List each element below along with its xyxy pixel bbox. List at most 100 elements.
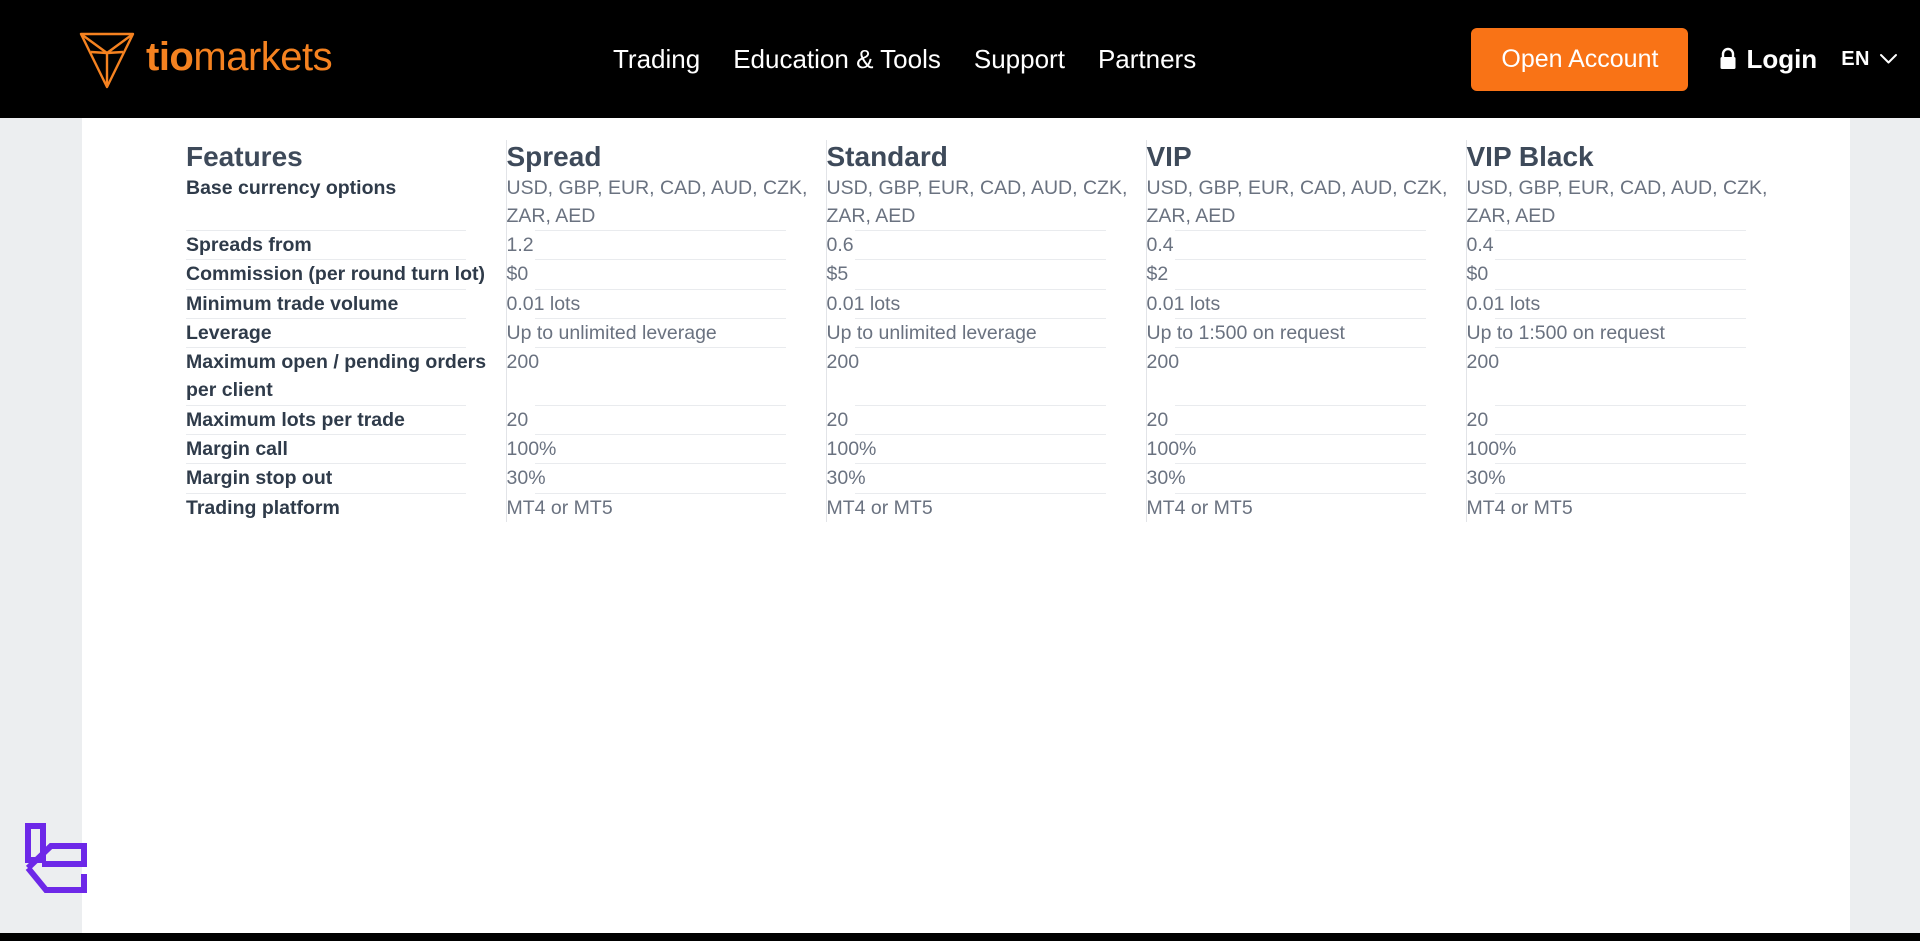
row-value-cell: Up to unlimited leverage (825, 318, 1146, 348)
row-label-cell: Trading platform (186, 494, 506, 522)
table-row: Trading platform MT4 or MT5 MT4 or MT5 MT4 … (186, 493, 1786, 522)
row-value: 30% (1466, 467, 1506, 490)
language-selector[interactable]: EN (1841, 48, 1898, 71)
row-value: 100% (1146, 437, 1197, 460)
row-value: USD, GBP, EUR, CAD, AUD, CZK, ZAR, AED (1466, 176, 1768, 227)
table-row: Spreads from 1.2 0.6 0.4 0.4 (186, 231, 1786, 260)
row-value-cell: 0.6 (825, 231, 1146, 260)
row-value: MT4 or MT5 (826, 496, 933, 519)
content-card: Features Spread Standard VIP VIP Black B… (82, 118, 1850, 933)
table-row: Maximum open / pending orders per client… (186, 348, 1786, 405)
row-value-cell: USD, GBP, EUR, CAD, AUD, CZK, ZAR, AED (505, 173, 826, 231)
row-value-cell: MT4 or MT5 (825, 493, 1146, 522)
row-value-cell: 0.01 lots (825, 289, 1146, 318)
row-value-cell: Up to unlimited leverage (505, 318, 826, 348)
nav-item-education[interactable]: Education & Tools (733, 46, 941, 72)
row-value: USD, GBP, EUR, CAD, AUD, CZK, ZAR, AED (506, 176, 808, 227)
row-value-cell: 200 (505, 348, 826, 405)
row-value-cell: 0.01 lots (1465, 289, 1786, 318)
row-value-cell: 30% (825, 464, 1146, 493)
language-label: EN (1841, 47, 1870, 70)
row-value: MT4 or MT5 (1146, 496, 1253, 519)
row-value-cell: 0.4 (1465, 231, 1786, 260)
row-value-cell: MT4 or MT5 (505, 493, 826, 522)
row-value-cell: Up to 1:500 on request (1465, 318, 1786, 348)
row-value-cell: 20 (505, 405, 826, 434)
row-value: 0.01 lots (826, 292, 901, 315)
table-row: Commission (per round turn lot) $0 $5 $2 $0 (186, 260, 1786, 289)
row-label: Minimum trade volume (186, 292, 399, 315)
row-value: 200 (1146, 351, 1180, 374)
logo-word-bold: tio (146, 35, 194, 79)
tiomarkets-triangle-logo-icon (79, 32, 135, 89)
login-label: Login (1746, 43, 1818, 74)
row-label: Leverage (186, 321, 272, 344)
row-label: Margin call (186, 437, 288, 460)
header-actions: Open Account Login EN (1471, 0, 1920, 118)
row-value: 20 (1146, 408, 1169, 431)
row-value: 20 (826, 408, 849, 431)
purple-e-logo-icon (25, 823, 87, 893)
column-header-vip-black-label: VIP Black (1466, 141, 1594, 172)
row-value: 30% (1146, 467, 1186, 490)
row-value: 0.4 (1466, 234, 1494, 257)
row-value: 100% (826, 437, 877, 460)
row-value-cell: 200 (1145, 348, 1466, 405)
row-value-cell: $0 (1465, 260, 1786, 289)
purple-e-logo-watermark (18, 822, 96, 912)
login-link[interactable]: Login (1718, 44, 1817, 75)
row-value: Up to unlimited leverage (826, 321, 1037, 344)
row-label: Maximum lots per trade (186, 408, 405, 431)
row-value: 1.2 (506, 234, 534, 257)
chevron-down-icon (1880, 54, 1897, 64)
row-value: 200 (506, 351, 540, 374)
row-value: USD, GBP, EUR, CAD, AUD, CZK, ZAR, AED (1146, 176, 1448, 227)
row-value-cell: 20 (1465, 405, 1786, 434)
row-label: Margin stop out (186, 467, 333, 490)
row-value-cell: USD, GBP, EUR, CAD, AUD, CZK, ZAR, AED (1465, 173, 1786, 231)
account-comparison-table: Features Spread Standard VIP VIP Black B… (186, 140, 1786, 522)
row-value: 30% (826, 467, 866, 490)
column-header-spread-label: Spread (506, 141, 602, 172)
row-value: 100% (506, 437, 557, 460)
main-navigation: Trading Education & Tools Support Partne… (613, 0, 1196, 118)
row-value: MT4 or MT5 (1466, 496, 1573, 519)
column-header-vip-label: VIP (1146, 141, 1192, 172)
bottom-black-strip (0, 933, 1920, 941)
row-value: $5 (826, 263, 849, 286)
row-label-cell: Maximum lots per trade (186, 406, 506, 434)
row-value: 0.01 lots (506, 292, 581, 315)
row-value: Up to unlimited leverage (506, 321, 717, 344)
row-value-cell: Up to 1:500 on request (1145, 318, 1466, 348)
page-root: tiomarkets Trading Education & Tools Sup… (0, 0, 1920, 941)
row-label: Base currency options (186, 176, 397, 199)
column-header-standard-label: Standard (826, 141, 948, 172)
row-value-cell: 30% (1145, 464, 1466, 493)
table-header-row: Features Spread Standard VIP VIP Black (186, 140, 1786, 174)
logo-wordmark: tiomarkets (146, 35, 333, 81)
row-label-cell: Maximum open / pending orders per client (186, 348, 506, 405)
row-label: Trading platform (186, 496, 340, 519)
row-value-cell: 200 (825, 348, 1146, 405)
nav-item-support[interactable]: Support (974, 46, 1065, 72)
table-body: Base currency options USD, GBP, EUR, CAD,… (186, 173, 1786, 522)
site-logo[interactable]: tiomarkets (78, 28, 333, 90)
lock-icon (1720, 47, 1736, 69)
row-value-cell: $5 (825, 260, 1146, 289)
row-value-cell: 30% (1465, 464, 1786, 493)
row-value-cell: 0.4 (1145, 231, 1466, 260)
row-value-cell: 1.2 (505, 231, 826, 260)
nav-item-partners[interactable]: Partners (1098, 46, 1196, 72)
table-row: Maximum lots per trade 20 20 20 20 (186, 405, 1786, 434)
row-value: 200 (1466, 351, 1500, 374)
row-label-cell: Commission (per round turn lot) (186, 260, 506, 288)
row-value: Up to 1:500 on request (1466, 321, 1665, 344)
row-value-cell: USD, GBP, EUR, CAD, AUD, CZK, ZAR, AED (1145, 173, 1466, 231)
row-value-cell: 100% (1145, 434, 1466, 464)
row-value: Up to 1:500 on request (1146, 321, 1345, 344)
row-value: 200 (826, 351, 860, 374)
row-value: $0 (1466, 263, 1489, 286)
open-account-button[interactable]: Open Account (1471, 27, 1689, 91)
row-value: 30% (506, 467, 546, 490)
nav-item-trading[interactable]: Trading (613, 46, 700, 72)
